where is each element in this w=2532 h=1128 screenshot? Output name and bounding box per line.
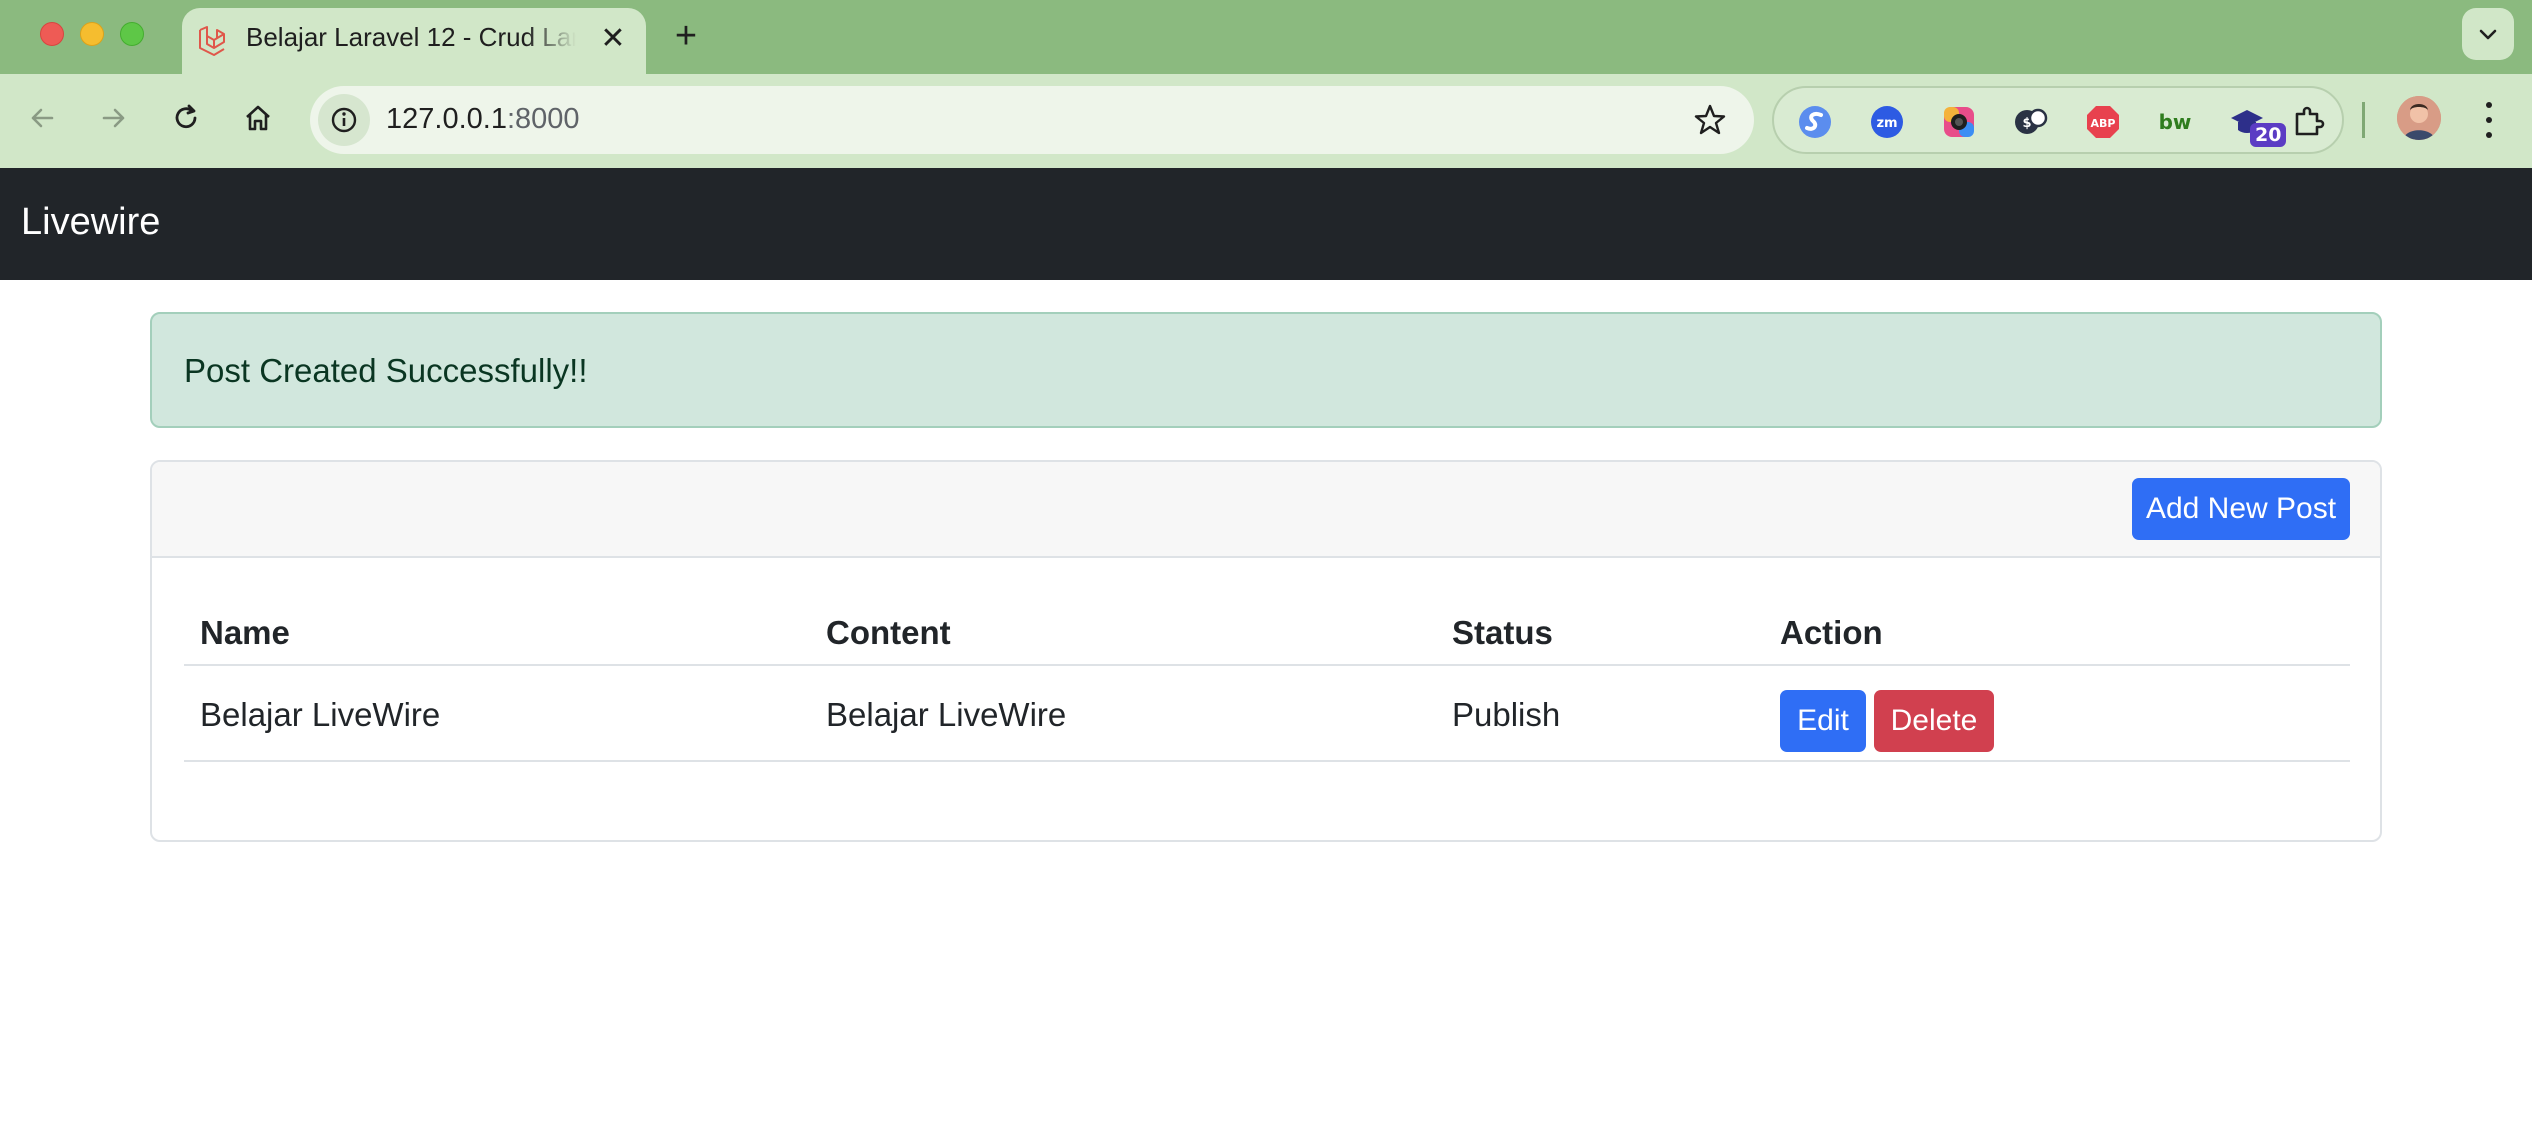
back-button[interactable] [18,94,66,142]
column-header-content: Content [826,614,951,651]
posts-card: Add New Post Name Content Status Action … [150,460,2382,842]
browser-menu-button[interactable] [2474,98,2504,142]
url-host: 127.0.0.1 [386,103,507,135]
navbar: Livewire [0,168,2532,280]
extension-adblock-icon[interactable]: ABP [2084,103,2122,141]
bookmark-star-icon[interactable] [1692,102,1728,138]
arrow-left-icon [31,108,54,128]
arrow-right-icon [102,108,125,128]
table-row-divider [184,760,2350,762]
laravel-favicon-icon [199,26,225,56]
reload-button[interactable] [162,94,210,142]
window-close-button[interactable] [40,22,64,46]
extensions-puzzle-icon[interactable] [2290,103,2328,141]
site-info-button[interactable] [318,94,370,146]
edit-button[interactable]: Edit [1780,690,1866,752]
add-new-post-button[interactable]: Add New Post [2132,478,2350,540]
cell-status: Publish [1452,696,1561,733]
web-page: Livewire Post Created Successfully!! Add… [0,168,2532,1128]
browser-toolbar: 127.0.0.1:8000 zm $ ABP bw 20 [0,74,2532,168]
address-bar[interactable]: 127.0.0.1:8000 [310,86,1754,154]
extension-badge-count: 20 [2250,123,2287,147]
delete-button[interactable]: Delete [1874,690,1994,752]
alert-message: Post Created Successfully!! [184,352,588,389]
table-header-divider [184,664,2350,666]
extensions-bar: zm $ ABP bw 20 [1772,86,2344,154]
extension-coins-icon[interactable]: $ [2012,103,2050,141]
info-icon [331,107,357,133]
window-minimize-button[interactable] [80,22,104,46]
svg-text:bw: bw [2159,110,2192,134]
forward-button[interactable] [90,94,138,142]
reload-icon [175,104,197,129]
card-header: Add New Post [152,462,2380,558]
navbar-brand[interactable]: Livewire [21,201,160,244]
home-button[interactable] [234,94,282,142]
url-port: :8000 [506,103,580,135]
extension-zoom-icon[interactable]: zm [1868,103,1906,141]
extension-graduation-icon[interactable]: 20 [2228,103,2287,147]
svg-text:ABP: ABP [2091,117,2116,130]
chevron-down-icon [2479,29,2497,40]
column-header-action: Action [1780,614,1883,651]
cell-name: Belajar LiveWire [200,696,441,733]
success-alert: Post Created Successfully!! [150,312,2382,428]
tab-search-button[interactable] [2462,8,2514,60]
extension-bw-icon[interactable]: bw [2156,103,2194,141]
browser-tab-active[interactable]: Belajar Laravel 12 - Crud Laravel 12 ✕ [182,8,646,74]
tab-title: Belajar Laravel 12 - Crud Laravel 12 [246,22,576,52]
profile-avatar[interactable] [2397,96,2441,140]
cell-content: Belajar LiveWire [826,696,1067,733]
new-tab-button[interactable]: + [664,14,708,58]
svg-text:zm: zm [1876,116,1897,131]
home-icon [246,105,270,131]
window-zoom-button[interactable] [120,22,144,46]
url-text[interactable]: 127.0.0.1:8000 [386,103,580,136]
extension-camera-icon[interactable] [1940,103,1978,141]
tab-close-icon[interactable]: ✕ [596,22,630,56]
extension-s-icon[interactable] [1796,103,1834,141]
column-header-status: Status [1452,614,1553,651]
toolbar-divider [2362,102,2365,138]
column-header-name: Name [200,614,290,651]
browser-tab-strip: Belajar Laravel 12 - Crud Laravel 12 ✕ + [0,0,2532,74]
